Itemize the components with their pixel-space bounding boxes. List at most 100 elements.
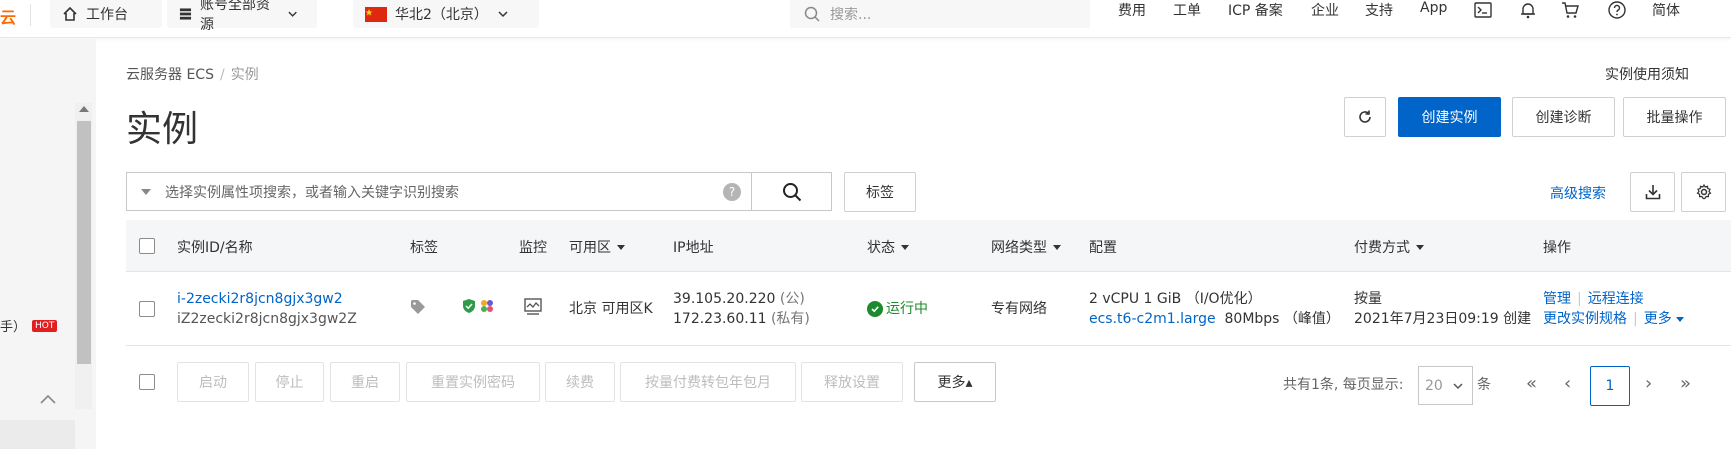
caret-down-icon [1676, 317, 1685, 322]
col-zone[interactable]: 可用区 [569, 237, 625, 257]
more-ops-label: 更多 [1643, 311, 1672, 327]
config-cell: 2 vCPU 1 GiB （I/O优化） ecs.t6-c2m1.large 8… [1089, 289, 1340, 329]
sort-caret-icon[interactable] [617, 244, 625, 250]
bulk-select-checkbox[interactable] [139, 374, 155, 390]
question-icon[interactable]: ? [723, 183, 741, 201]
refresh-button[interactable] [1344, 97, 1386, 137]
more-actions-button[interactable]: 更多▴ [914, 362, 996, 402]
terminal-icon[interactable] [1473, 0, 1493, 20]
col-network-label: 网络类型 [991, 240, 1047, 256]
op-divider: | [1577, 291, 1582, 307]
manage-link[interactable]: 管理 [1543, 291, 1571, 307]
convert-billing-button[interactable]: 按量付费转包年包月 [620, 362, 796, 402]
global-search-input[interactable]: 搜索... [790, 0, 1090, 28]
remote-connect-link[interactable]: 远程连接 [1588, 291, 1644, 307]
public-ip[interactable]: 39.105.20.220 [673, 291, 775, 307]
sidebar-scrollbar-thumb[interactable] [77, 121, 91, 364]
nav-tickets[interactable]: 工单 [1173, 0, 1201, 20]
monitor-chart-icon[interactable] [524, 298, 542, 322]
download-icon [1645, 185, 1660, 200]
server-stack-icon [179, 8, 192, 20]
tag-filter-button[interactable]: 标签 [844, 172, 916, 212]
reset-password-button[interactable]: 重置实例密码 [406, 362, 540, 402]
divider [30, 4, 31, 26]
scroll-up-arrow-icon[interactable] [79, 106, 89, 112]
ip-cell: 39.105.20.220 (公) 172.23.60.11 (私有) [673, 289, 810, 329]
release-settings-button[interactable]: 释放设置 [801, 362, 903, 402]
sort-caret-icon[interactable] [1053, 244, 1061, 250]
page-size-select[interactable]: 20 [1418, 366, 1473, 405]
hot-badge: HOT [32, 320, 58, 332]
nav-app[interactable]: App [1420, 0, 1447, 20]
refresh-icon [1359, 110, 1371, 123]
stop-button[interactable]: 停止 [255, 362, 324, 402]
batch-operation-button[interactable]: 批量操作 [1623, 97, 1726, 137]
more-ops-dropdown[interactable]: 更多 [1643, 311, 1685, 327]
global-search-placeholder: 搜索... [830, 7, 872, 23]
create-diagnosis-button[interactable]: 创建诊断 [1512, 97, 1615, 137]
next-page-icon[interactable]: › [1645, 373, 1652, 394]
search-button[interactable] [751, 172, 832, 211]
col-status[interactable]: 状态 [867, 237, 909, 257]
language-switch[interactable]: 简体 [1652, 0, 1680, 20]
instance-filter-input[interactable]: 选择实例属性项搜索，或者输入关键字识别搜索 ? [126, 172, 752, 211]
sidebar-partial-label[interactable]: 手） [0, 316, 26, 335]
resource-scope-label: 账号全部资源 [199, 0, 270, 33]
current-page-button[interactable]: 1 [1590, 366, 1630, 406]
nav-icp[interactable]: ICP 备案 [1228, 0, 1283, 20]
breadcrumb: 云服务器 ECS / 实例 [126, 64, 259, 84]
sort-caret-icon[interactable] [901, 244, 909, 250]
brand-logo[interactable]: 云 [0, 4, 16, 28]
start-button[interactable]: 启动 [177, 362, 249, 402]
chevron-up-icon[interactable] [40, 389, 56, 408]
nav-fees[interactable]: 费用 [1118, 0, 1146, 20]
breadcrumb-ecs[interactable]: 云服务器 ECS [126, 67, 214, 83]
row-checkbox[interactable] [139, 301, 155, 317]
bandwidth-value: 80Mbps （峰值） [1224, 311, 1340, 327]
check-circle-icon [867, 301, 883, 317]
restart-button[interactable]: 重启 [330, 362, 400, 402]
filter-placeholder: 选择实例属性项搜索，或者输入关键字识别搜索 [165, 184, 459, 201]
op-divider: | [1633, 311, 1638, 327]
change-spec-link[interactable]: 更改实例规格 [1543, 311, 1627, 327]
tag-icon[interactable] [410, 299, 426, 321]
private-ip[interactable]: 172.23.60.11 [673, 311, 767, 327]
renew-button[interactable]: 续费 [545, 362, 615, 402]
pager-summary: 共有1条, 每页显示: [1283, 377, 1404, 393]
workbench-label: 工作台 [86, 7, 128, 23]
instance-notice-link[interactable]: 实例使用须知 [1605, 64, 1689, 84]
security-agent-icon[interactable] [479, 298, 495, 320]
col-billing[interactable]: 付费方式 [1354, 237, 1424, 257]
last-page-icon[interactable]: » [1680, 373, 1691, 394]
resource-scope-dropdown[interactable]: 账号全部资源 [167, 0, 317, 33]
col-zone-label: 可用区 [569, 240, 611, 256]
select-all-checkbox[interactable] [139, 238, 155, 254]
page-title: 实例 [126, 109, 199, 150]
sort-caret-icon[interactable] [1416, 244, 1424, 250]
instance-id-link[interactable]: i-2zecki2r8jcn8gjx3gw2 [177, 289, 357, 309]
create-instance-button[interactable]: 创建实例 [1398, 97, 1501, 137]
cart-icon[interactable] [1560, 0, 1580, 20]
help-icon[interactable] [1607, 0, 1627, 20]
col-billing-label: 付费方式 [1354, 240, 1410, 256]
col-monitor: 监控 [519, 240, 547, 256]
download-button[interactable] [1630, 172, 1675, 212]
settings-button[interactable] [1681, 172, 1726, 212]
prev-page-icon[interactable]: ‹ [1564, 373, 1571, 394]
advanced-search-link[interactable]: 高级搜索 [1550, 183, 1606, 203]
bell-icon[interactable] [1518, 0, 1538, 20]
nav-support[interactable]: 支持 [1365, 0, 1393, 20]
page-size-value: 20 [1425, 377, 1443, 394]
breadcrumb-current: 实例 [230, 67, 259, 83]
chevron-down-icon [498, 11, 508, 18]
col-network[interactable]: 网络类型 [991, 237, 1061, 257]
instance-type-link[interactable]: ecs.t6-c2m1.large [1089, 311, 1216, 327]
shield-icon[interactable] [462, 298, 476, 320]
col-ip: IP地址 [673, 240, 714, 256]
sidebar-footer [0, 420, 75, 449]
workbench-button[interactable]: 工作台 [50, 0, 162, 28]
nav-enterprise[interactable]: 企业 [1311, 0, 1339, 20]
col-config: 配置 [1089, 240, 1117, 256]
region-dropdown[interactable]: 华北2（北京） [353, 0, 539, 28]
first-page-icon[interactable]: « [1526, 373, 1537, 394]
